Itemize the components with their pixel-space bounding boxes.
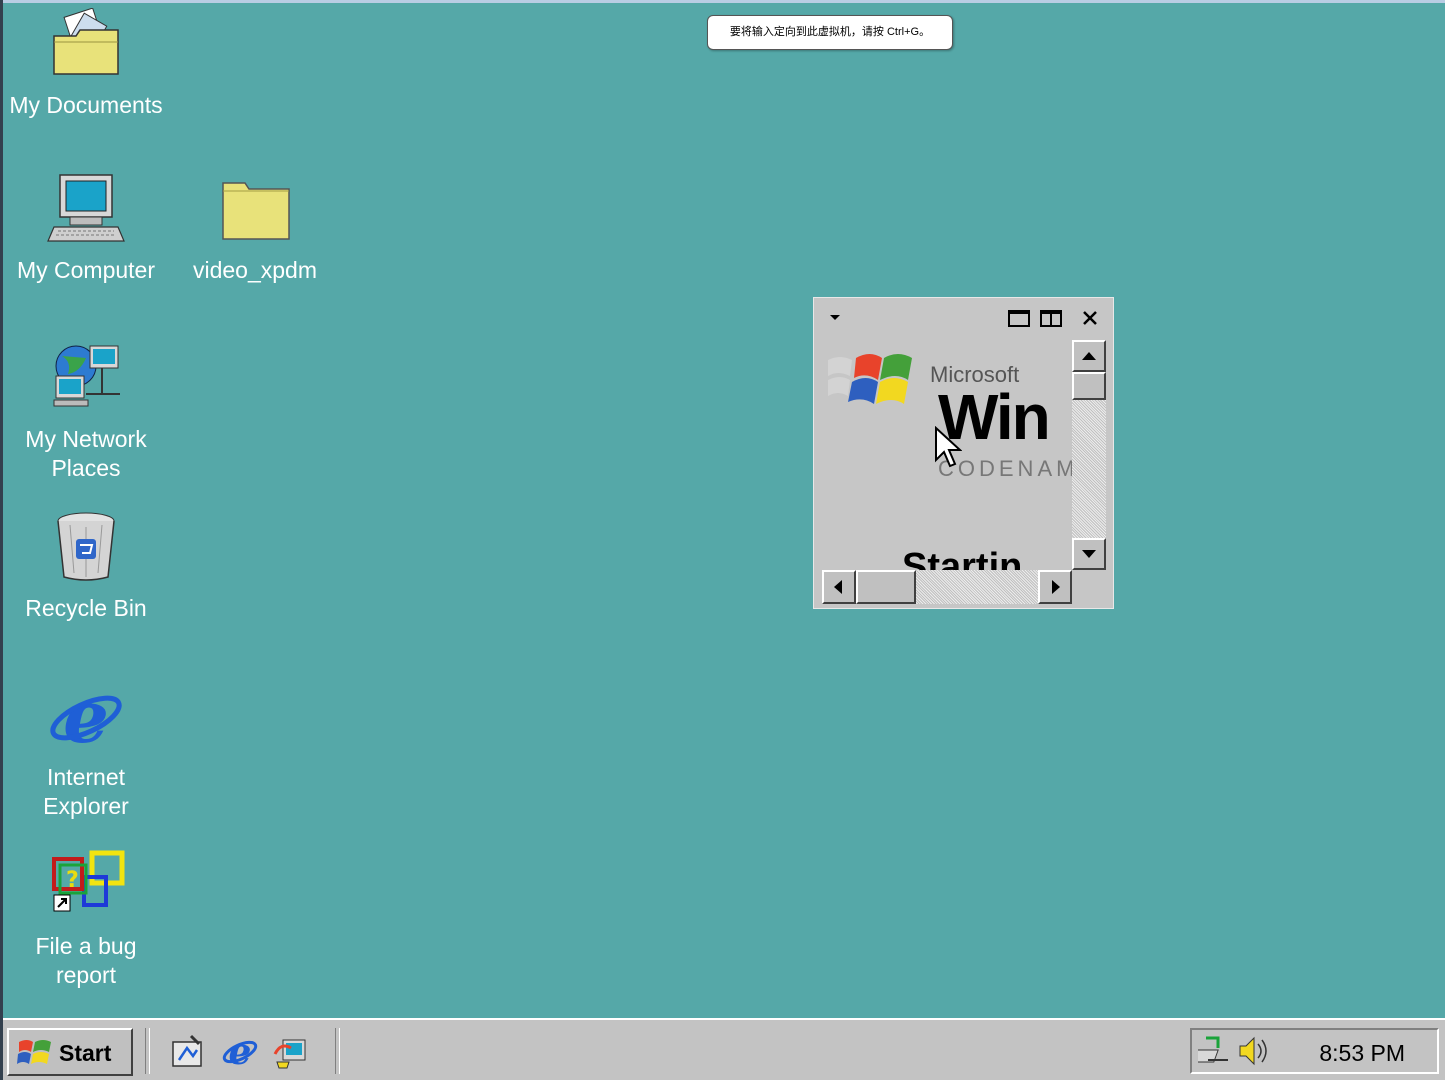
internet-explorer-icon: e — [50, 674, 122, 759]
system-tray: 8:53 PM — [1190, 1028, 1439, 1074]
file-bug-icon: ? — [52, 850, 125, 912]
desktop-icon-label: video_xpdm — [192, 257, 318, 283]
volume-icon[interactable] — [1236, 1034, 1274, 1068]
desktop-icon-internet-explorer[interactable]: e Internet Explorer — [6, 674, 166, 821]
folder-icon — [222, 182, 290, 240]
start-button[interactable]: Start — [7, 1028, 133, 1076]
splash-window[interactable]: Microsoft Win CODENAME Startin — [813, 297, 1114, 609]
scroll-down-button[interactable] — [1072, 538, 1106, 570]
desktop-icon-label: File a bug report — [35, 933, 137, 988]
window-menu-dropdown-icon[interactable] — [828, 312, 842, 322]
svg-text:e: e — [63, 680, 109, 752]
scroll-thumb-vertical[interactable] — [1072, 372, 1106, 400]
taskbar-separator — [145, 1028, 150, 1074]
desktop-icon-network-places[interactable]: My Network Places — [6, 342, 166, 483]
restore-split-icon[interactable] — [1039, 308, 1063, 328]
scroll-right-button[interactable] — [1038, 570, 1072, 604]
desktop-icon-recycle-bin[interactable]: Recycle Bin — [6, 511, 166, 623]
desktop-icon-video-xpdm[interactable]: video_xpdm — [175, 173, 335, 285]
my-documents-icon — [53, 7, 119, 75]
clock[interactable]: 8:53 PM — [1319, 1040, 1405, 1067]
desktop-icon-label: Internet Explorer — [43, 764, 129, 819]
vm-input-tooltip: 要将输入定向到此虚拟机，请按 Ctrl+G。 — [707, 15, 953, 50]
svg-text:?: ? — [66, 868, 79, 893]
windows-logo-icon — [17, 1040, 51, 1064]
network-places-icon — [53, 345, 120, 407]
network-icon[interactable] — [1198, 1034, 1232, 1068]
horizontal-scrollbar[interactable] — [822, 570, 1072, 604]
svg-text:e: e — [229, 1032, 252, 1070]
desktop[interactable]: My Documents My Computer video_xpdm My N… — [3, 3, 1445, 1018]
taskbar: Start e 8:53 PM — [3, 1018, 1445, 1080]
internet-explorer-icon[interactable]: e — [221, 1032, 259, 1070]
desktop-icon-my-computer[interactable]: My Computer — [6, 173, 166, 285]
show-desktop-icon[interactable] — [169, 1032, 207, 1070]
arrow-right-icon — [1052, 580, 1060, 594]
start-label: Start — [59, 1040, 112, 1066]
arrow-up-icon — [1082, 352, 1096, 360]
desktop-icon-label: My Documents — [9, 92, 163, 118]
windows-update-icon[interactable] — [273, 1032, 311, 1070]
scroll-up-button[interactable] — [1072, 340, 1106, 372]
desktop-icon-label: My Network Places — [25, 426, 147, 481]
vertical-scrollbar[interactable] — [1072, 340, 1106, 570]
maximize-icon[interactable] — [1007, 308, 1031, 328]
recycle-bin-icon — [57, 512, 115, 581]
desktop-icon-label: Recycle Bin — [25, 595, 147, 621]
splash-status: Startin — [902, 546, 1023, 570]
scroll-thumb-horizontal[interactable] — [856, 570, 916, 604]
desktop-icon-file-bug-report[interactable]: ? File a bug report — [6, 849, 166, 990]
splash-content: Microsoft Win CODENAME Startin — [822, 340, 1072, 570]
desktop-icon-label: My Computer — [16, 257, 156, 283]
arrow-left-icon — [834, 580, 842, 594]
taskbar-separator — [335, 1028, 340, 1074]
my-computer-icon — [47, 174, 125, 242]
close-icon[interactable] — [1080, 308, 1100, 328]
desktop-icon-my-documents[interactable]: My Documents — [6, 7, 166, 120]
windows-flag-logo-icon — [828, 354, 912, 404]
scroll-left-button[interactable] — [822, 570, 856, 604]
mouse-cursor-icon — [935, 426, 962, 468]
arrow-down-icon — [1082, 550, 1096, 558]
